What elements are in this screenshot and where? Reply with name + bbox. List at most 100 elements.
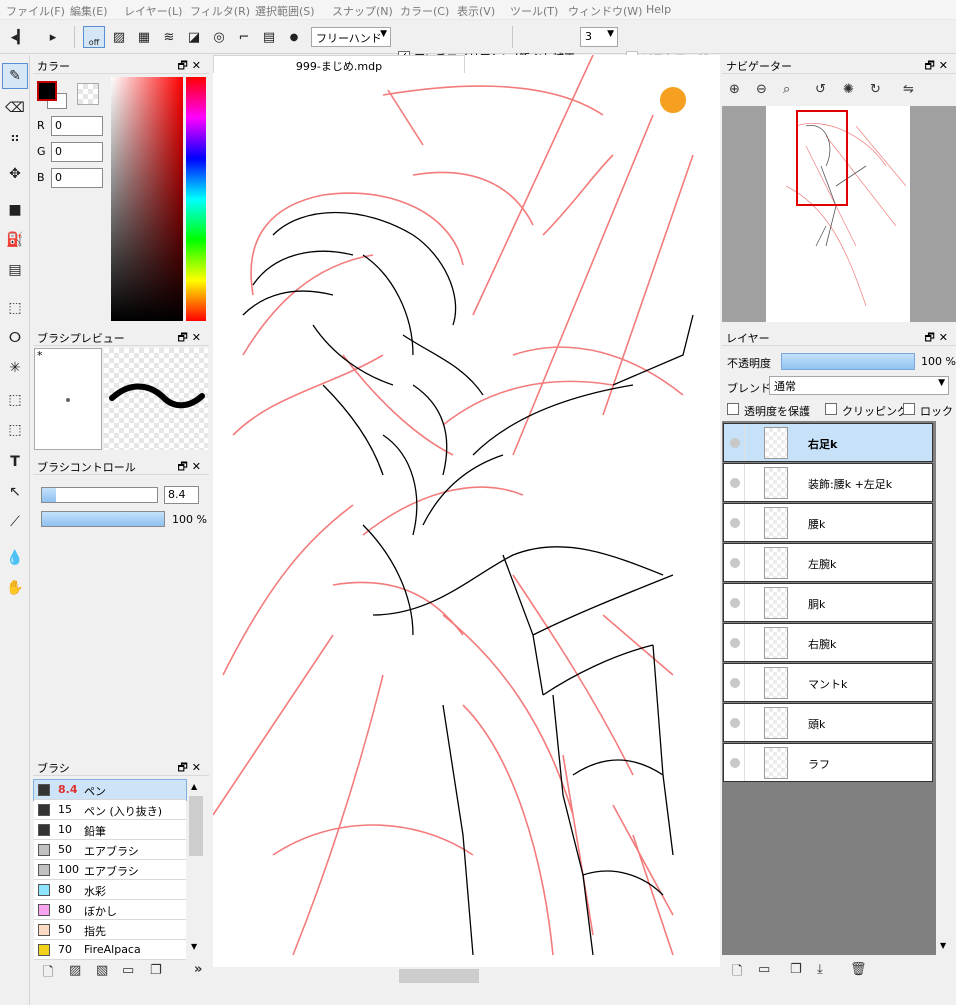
brush-duplicate-icon[interactable]: ❐ bbox=[150, 963, 162, 978]
zoom-out-icon[interactable]: ⊖ bbox=[756, 82, 767, 97]
scroll-down-icon[interactable]: ▼ bbox=[940, 941, 946, 950]
brush-copy-icon[interactable]: ▨ bbox=[69, 963, 81, 978]
snap-curve-icon[interactable]: ≋ bbox=[158, 26, 180, 48]
visibility-eye-icon[interactable] bbox=[730, 638, 740, 648]
gradient-tool-icon[interactable]: ▤ bbox=[2, 257, 28, 283]
snap-circle-icon[interactable]: ◎ bbox=[208, 26, 230, 48]
duplicate-layer-icon[interactable]: ❐ bbox=[790, 962, 802, 977]
layer-row[interactable]: 右足k bbox=[723, 423, 933, 462]
snap-perspective-icon[interactable]: ▤ bbox=[258, 26, 280, 48]
rotate-reset-icon[interactable]: ✺ bbox=[843, 82, 854, 97]
lasso-tool-icon[interactable]: ⵔ bbox=[2, 325, 28, 351]
visibility-eye-icon[interactable] bbox=[730, 558, 740, 568]
clipping-checkbox[interactable] bbox=[825, 403, 837, 415]
fg-color-swatch[interactable] bbox=[37, 81, 57, 101]
brush-item[interactable]: 50 指先 bbox=[34, 920, 186, 940]
bucket-tool-icon[interactable]: ⛽ bbox=[2, 227, 28, 253]
protect-alpha-checkbox[interactable] bbox=[727, 403, 739, 415]
saturation-value-picker[interactable] bbox=[111, 77, 183, 321]
brush-item[interactable]: 70 FireAlpaca bbox=[34, 940, 186, 960]
divide-tool-icon[interactable]: ⟋ bbox=[2, 509, 28, 535]
hue-slider[interactable] bbox=[186, 77, 206, 321]
visibility-eye-icon[interactable] bbox=[730, 518, 740, 528]
brush-item[interactable]: 100 エアブラシ bbox=[34, 860, 186, 880]
dot-tool-icon[interactable]: ⠶ bbox=[2, 125, 28, 151]
brush-opacity-slider[interactable] bbox=[41, 511, 165, 527]
visibility-eye-icon[interactable] bbox=[730, 758, 740, 768]
menu-color[interactable]: カラー(C) bbox=[400, 3, 449, 19]
visibility-eye-icon[interactable] bbox=[730, 438, 740, 448]
h-scroll-thumb[interactable] bbox=[399, 969, 479, 983]
magic-wand-tool-icon[interactable]: ✳ bbox=[2, 355, 28, 381]
rotate-left-icon[interactable]: ↺ bbox=[815, 82, 826, 97]
visibility-eye-icon[interactable] bbox=[730, 478, 740, 488]
operation-tool-icon[interactable]: ↖ bbox=[2, 479, 28, 505]
brush-item[interactable]: 8.4 ペン bbox=[33, 779, 187, 801]
brush-item[interactable]: 50 エアブラシ bbox=[34, 840, 186, 860]
snap-radial-icon[interactable]: ◪ bbox=[183, 26, 205, 48]
layer-row[interactable]: 頭k bbox=[723, 703, 933, 742]
text-tool-icon[interactable]: T bbox=[2, 449, 28, 475]
scroll-down-icon[interactable]: ▼ bbox=[191, 942, 197, 951]
eyedropper-tool-icon[interactable]: 💧 bbox=[2, 545, 28, 571]
zoom-reset-icon[interactable]: ⌕ bbox=[783, 82, 790, 97]
select-eraser-tool-icon[interactable]: ⬚ bbox=[2, 417, 28, 443]
brush-list-scrollbar[interactable]: ▲ ▼ bbox=[187, 780, 205, 954]
new-brush-icon[interactable]: 🗋 bbox=[43, 963, 53, 985]
visibility-eye-icon[interactable] bbox=[730, 678, 740, 688]
menu-filter[interactable]: フィルタ(R) bbox=[190, 3, 250, 19]
g-input[interactable]: 0 bbox=[51, 142, 103, 162]
menu-snap[interactable]: スナップ(N) bbox=[332, 3, 393, 19]
menu-file[interactable]: ファイル(F) bbox=[6, 3, 65, 19]
brush-size-slider[interactable] bbox=[41, 487, 158, 503]
next-icon[interactable]: ▸ bbox=[42, 26, 64, 48]
navigator-preview[interactable] bbox=[722, 106, 956, 322]
snap-grid-icon[interactable]: ▦ bbox=[133, 26, 155, 48]
layer-row[interactable]: ラフ bbox=[723, 743, 933, 782]
snap-point-icon[interactable]: ● bbox=[283, 26, 305, 48]
fill-rect-tool-icon[interactable]: ■ bbox=[2, 197, 28, 223]
select-tool-icon[interactable]: ⬚ bbox=[2, 295, 28, 321]
lock-checkbox[interactable] bbox=[903, 403, 915, 415]
brush-item[interactable]: 80 ぼかし bbox=[34, 900, 186, 920]
layer-list-scrollbar[interactable]: ▼ bbox=[936, 421, 954, 955]
zoom-in-icon[interactable]: ⊕ bbox=[729, 82, 740, 97]
layer-row[interactable]: 左腕k bbox=[723, 543, 933, 582]
hand-tool-icon[interactable]: ✋ bbox=[2, 575, 28, 601]
move-tool-icon[interactable]: ✥ bbox=[2, 161, 28, 187]
snap-off-button[interactable]: off bbox=[83, 26, 105, 48]
blend-mode-select[interactable]: 通常 ▼ bbox=[769, 376, 949, 395]
menu-help[interactable]: Help bbox=[646, 3, 671, 16]
menu-view[interactable]: 表示(V) bbox=[457, 3, 495, 19]
b-input[interactable]: 0 bbox=[51, 168, 103, 188]
new-folder-icon[interactable]: ▭ bbox=[758, 962, 770, 977]
panel-float-close-icon[interactable]: 🗗✕ bbox=[177, 57, 205, 76]
menu-selection[interactable]: 選択範囲(S) bbox=[255, 3, 315, 19]
document-tab[interactable]: 999-まじめ.mdp bbox=[213, 55, 465, 73]
delete-layer-icon[interactable]: 🗑 bbox=[850, 962, 867, 977]
new-layer-icon[interactable]: 🗋 bbox=[732, 962, 742, 984]
panel-float-close-icon[interactable]: 🗗✕ bbox=[924, 329, 952, 348]
layer-row[interactable]: 右腕k bbox=[723, 623, 933, 662]
canvas-h-scrollbar[interactable] bbox=[213, 967, 720, 985]
stabilizer-select[interactable]: 3 ▼ bbox=[580, 27, 618, 47]
visibility-eye-icon[interactable] bbox=[730, 718, 740, 728]
transparent-color-swatch[interactable] bbox=[77, 83, 99, 105]
brush-script-icon[interactable]: ▧ bbox=[96, 963, 108, 978]
menu-layer[interactable]: レイヤー(L) bbox=[124, 3, 182, 19]
brush-size-input[interactable]: 8.4 bbox=[164, 486, 199, 504]
r-input[interactable]: 0 bbox=[51, 116, 103, 136]
panel-float-close-icon[interactable]: 🗗✕ bbox=[177, 329, 205, 348]
layer-row[interactable]: 装飾:腰k +左足k bbox=[723, 463, 933, 502]
flip-horizontal-icon[interactable]: ⇋ bbox=[903, 82, 914, 97]
viewport-rectangle[interactable] bbox=[796, 110, 848, 206]
drawing-canvas[interactable] bbox=[213, 55, 720, 967]
merge-down-icon[interactable]: ⤓ bbox=[817, 962, 823, 977]
pen-tool-icon[interactable]: ✎ bbox=[2, 63, 28, 89]
brush-item[interactable]: 80 水彩 bbox=[34, 880, 186, 900]
layer-row[interactable]: 腰k bbox=[723, 503, 933, 542]
menu-window[interactable]: ウィンドウ(W) bbox=[568, 3, 642, 19]
layer-row[interactable]: マントk bbox=[723, 663, 933, 702]
scroll-up-icon[interactable]: ▲ bbox=[191, 782, 197, 791]
menu-edit[interactable]: 編集(E) bbox=[70, 3, 108, 19]
